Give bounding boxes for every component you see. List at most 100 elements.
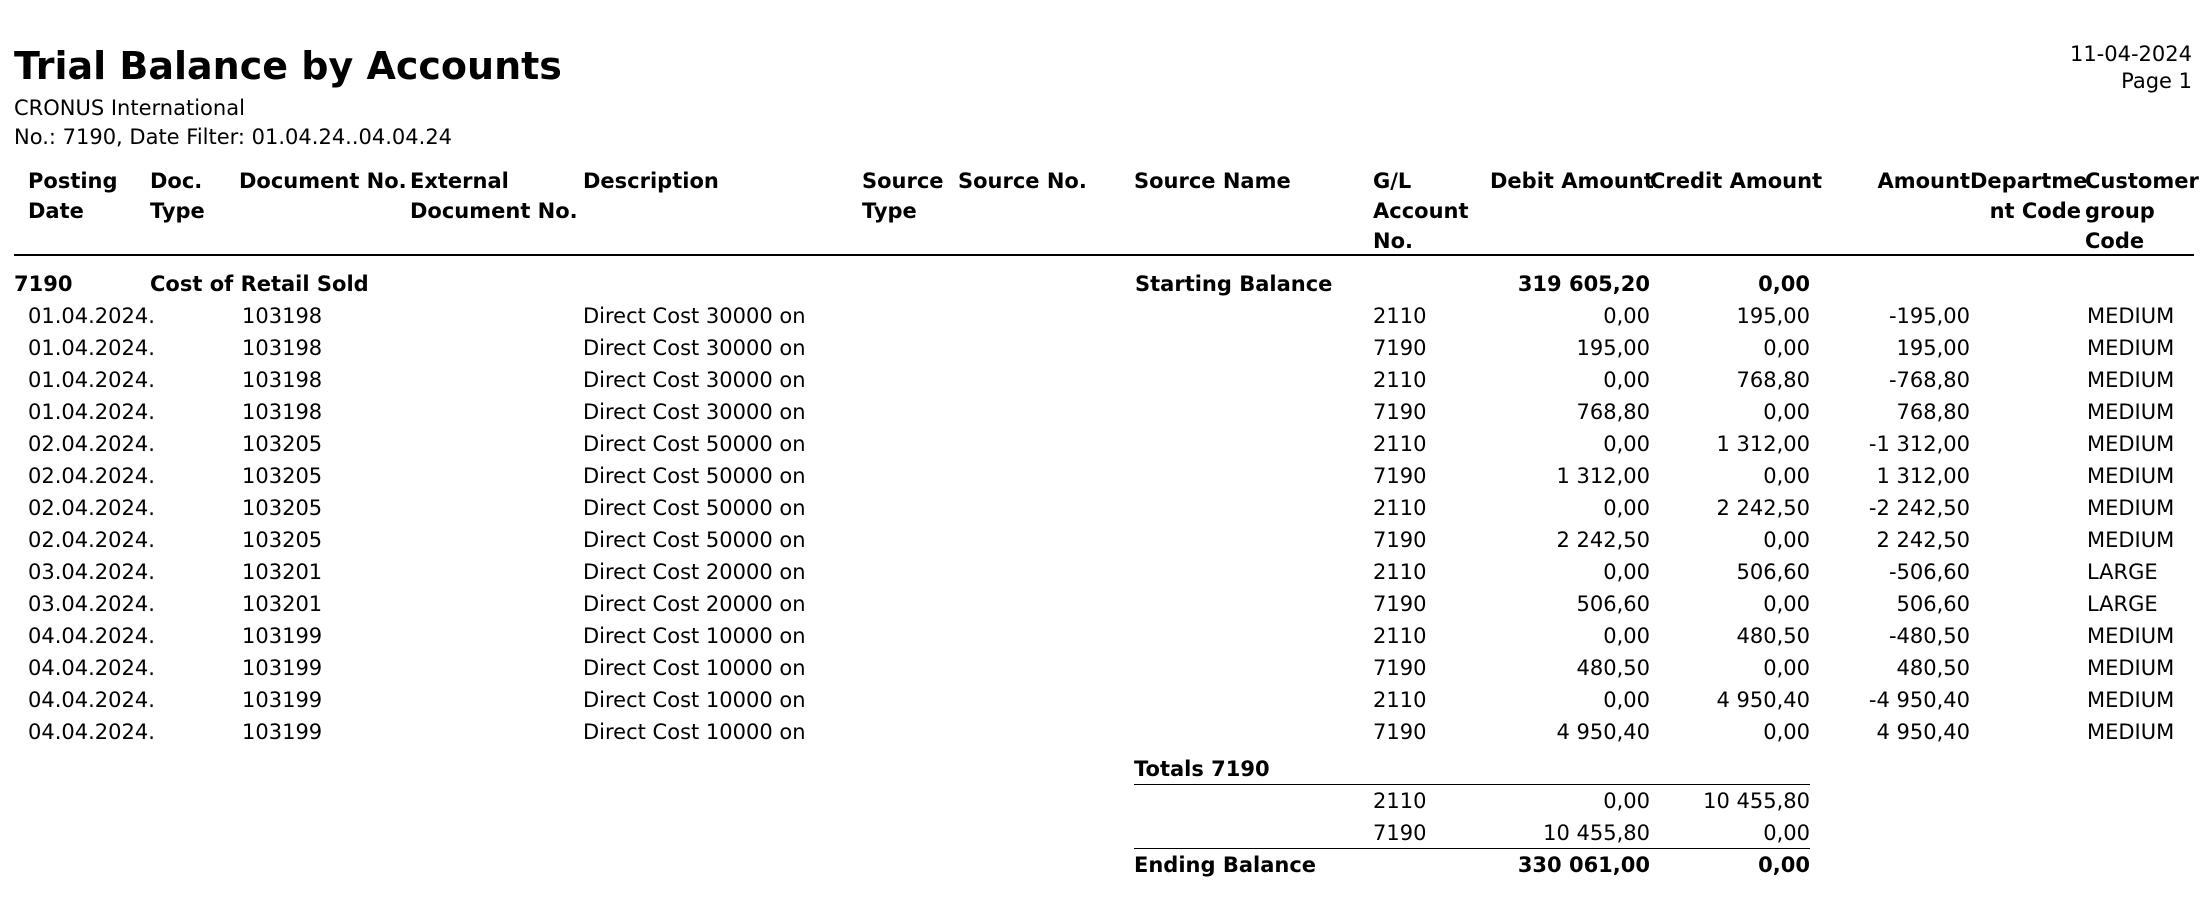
credit-cell: 2 242,50 bbox=[1716, 496, 1810, 520]
document-no-cell: 103198 bbox=[242, 304, 323, 328]
column-header-line: Posting bbox=[28, 169, 118, 193]
document-no-cell: 103201 bbox=[242, 592, 323, 616]
gl-account-cell: 7190 bbox=[1373, 336, 1427, 360]
column-header: Description bbox=[583, 166, 719, 196]
column-header-line: Source bbox=[862, 169, 944, 193]
page-number: Page 1 bbox=[2121, 69, 2192, 93]
starting-balance-credit: 0,00 bbox=[1758, 272, 1810, 296]
document-no-cell: 103205 bbox=[242, 432, 323, 456]
credit-cell: 0,00 bbox=[1763, 528, 1810, 552]
column-header-line: Document No. bbox=[239, 169, 407, 193]
credit-cell: 480,50 bbox=[1736, 624, 1810, 648]
ending-balance-credit: 0,00 bbox=[1758, 853, 1810, 877]
column-header-line: Credit Amount bbox=[1650, 169, 1823, 193]
debit-cell: 480,50 bbox=[1576, 656, 1650, 680]
column-header-line: Account bbox=[1373, 199, 1469, 223]
customer-group-cell: MEDIUM bbox=[2087, 496, 2175, 520]
credit-cell: 0,00 bbox=[1763, 592, 1810, 616]
posting-date-cell: 02.04.2024. bbox=[28, 496, 155, 520]
totals-rule-bottom bbox=[1134, 848, 1810, 849]
customer-group-cell: MEDIUM bbox=[2087, 432, 2175, 456]
customer-group-cell: LARGE bbox=[2087, 560, 2158, 584]
customer-group-cell: MEDIUM bbox=[2087, 688, 2175, 712]
ending-balance-debit: 330 061,00 bbox=[1517, 853, 1650, 877]
document-no-cell: 103198 bbox=[242, 400, 323, 424]
customer-group-cell: MEDIUM bbox=[2087, 656, 2175, 680]
posting-date-cell: 02.04.2024. bbox=[28, 528, 155, 552]
column-header: Posting Date bbox=[28, 166, 118, 226]
column-header-line: Date bbox=[28, 199, 84, 223]
amount-cell: -4 950,40 bbox=[1868, 688, 1970, 712]
header-rule bbox=[14, 254, 2194, 256]
document-no-cell: 103198 bbox=[242, 368, 323, 392]
starting-balance-debit: 319 605,20 bbox=[1517, 272, 1650, 296]
totals-gl-2: 7190 bbox=[1373, 821, 1427, 845]
totals-credit-1: 10 455,80 bbox=[1703, 789, 1810, 813]
gl-account-cell: 2110 bbox=[1373, 624, 1427, 648]
posting-date-cell: 04.04.2024. bbox=[28, 688, 155, 712]
column-header-line: Document No. bbox=[410, 199, 578, 223]
column-header-line: Code bbox=[2085, 229, 2145, 253]
customer-group-cell: MEDIUM bbox=[2087, 720, 2175, 744]
totals-rule-top bbox=[1134, 784, 1810, 785]
gl-account-cell: 2110 bbox=[1373, 432, 1427, 456]
customer-group-cell: MEDIUM bbox=[2087, 400, 2175, 424]
document-no-cell: 103199 bbox=[242, 656, 323, 680]
totals-debit-2: 10 455,80 bbox=[1543, 821, 1650, 845]
description-cell: Direct Cost 10000 on bbox=[583, 624, 806, 648]
credit-cell: 1 312,00 bbox=[1716, 432, 1810, 456]
document-no-cell: 103201 bbox=[242, 560, 323, 584]
column-header-line: Debit Amount bbox=[1490, 169, 1654, 193]
description-cell: Direct Cost 30000 on bbox=[583, 336, 806, 360]
column-header: Source Name bbox=[1134, 166, 1291, 196]
column-header: Debit Amount bbox=[1490, 166, 1654, 196]
posting-date-cell: 04.04.2024. bbox=[28, 624, 155, 648]
description-cell: Direct Cost 10000 on bbox=[583, 688, 806, 712]
column-header-line: G/L bbox=[1373, 169, 1412, 193]
column-header: Source No. bbox=[958, 166, 1087, 196]
posting-date-cell: 01.04.2024. bbox=[28, 400, 155, 424]
customer-group-cell: MEDIUM bbox=[2087, 368, 2175, 392]
description-cell: Direct Cost 10000 on bbox=[583, 720, 806, 744]
debit-cell: 195,00 bbox=[1576, 336, 1650, 360]
posting-date-cell: 03.04.2024. bbox=[28, 560, 155, 584]
credit-cell: 4 950,40 bbox=[1716, 688, 1810, 712]
column-header-line: External bbox=[410, 169, 509, 193]
amount-cell: 768,80 bbox=[1896, 400, 1970, 424]
column-header: Customer group Code bbox=[2085, 166, 2199, 256]
description-cell: Direct Cost 20000 on bbox=[583, 592, 806, 616]
customer-group-cell: MEDIUM bbox=[2087, 624, 2175, 648]
column-header: External Document No. bbox=[410, 166, 578, 226]
customer-group-cell: MEDIUM bbox=[2087, 528, 2175, 552]
credit-cell: 0,00 bbox=[1763, 656, 1810, 680]
description-cell: Direct Cost 10000 on bbox=[583, 656, 806, 680]
debit-cell: 0,00 bbox=[1603, 688, 1650, 712]
gl-account-cell: 7190 bbox=[1373, 656, 1427, 680]
column-header-line: Doc. bbox=[150, 169, 203, 193]
column-header: G/L Account No. bbox=[1373, 166, 1469, 256]
column-header-line: group bbox=[2085, 199, 2155, 223]
posting-date-cell: 01.04.2024. bbox=[28, 336, 155, 360]
column-header-line: Type bbox=[862, 199, 917, 223]
posting-date-cell: 03.04.2024. bbox=[28, 592, 155, 616]
column-header-line: Description bbox=[583, 169, 719, 193]
posting-date-cell: 04.04.2024. bbox=[28, 720, 155, 744]
customer-group-cell: MEDIUM bbox=[2087, 304, 2175, 328]
description-cell: Direct Cost 30000 on bbox=[583, 304, 806, 328]
debit-cell: 768,80 bbox=[1576, 400, 1650, 424]
amount-cell: 1 312,00 bbox=[1876, 464, 1970, 488]
amount-cell: -2 242,50 bbox=[1868, 496, 1970, 520]
credit-cell: 0,00 bbox=[1763, 464, 1810, 488]
column-header-line: Amount bbox=[1877, 169, 1970, 193]
amount-cell: -506,60 bbox=[1888, 560, 1970, 584]
document-no-cell: 103199 bbox=[242, 720, 323, 744]
gl-account-cell: 7190 bbox=[1373, 720, 1427, 744]
posting-date-cell: 01.04.2024. bbox=[28, 368, 155, 392]
debit-cell: 0,00 bbox=[1603, 368, 1650, 392]
amount-cell: -480,50 bbox=[1888, 624, 1970, 648]
description-cell: Direct Cost 50000 on bbox=[583, 496, 806, 520]
credit-cell: 0,00 bbox=[1763, 400, 1810, 424]
gl-account-cell: 2110 bbox=[1373, 688, 1427, 712]
column-header-line: Customer bbox=[2085, 169, 2199, 193]
amount-cell: 480,50 bbox=[1896, 656, 1970, 680]
